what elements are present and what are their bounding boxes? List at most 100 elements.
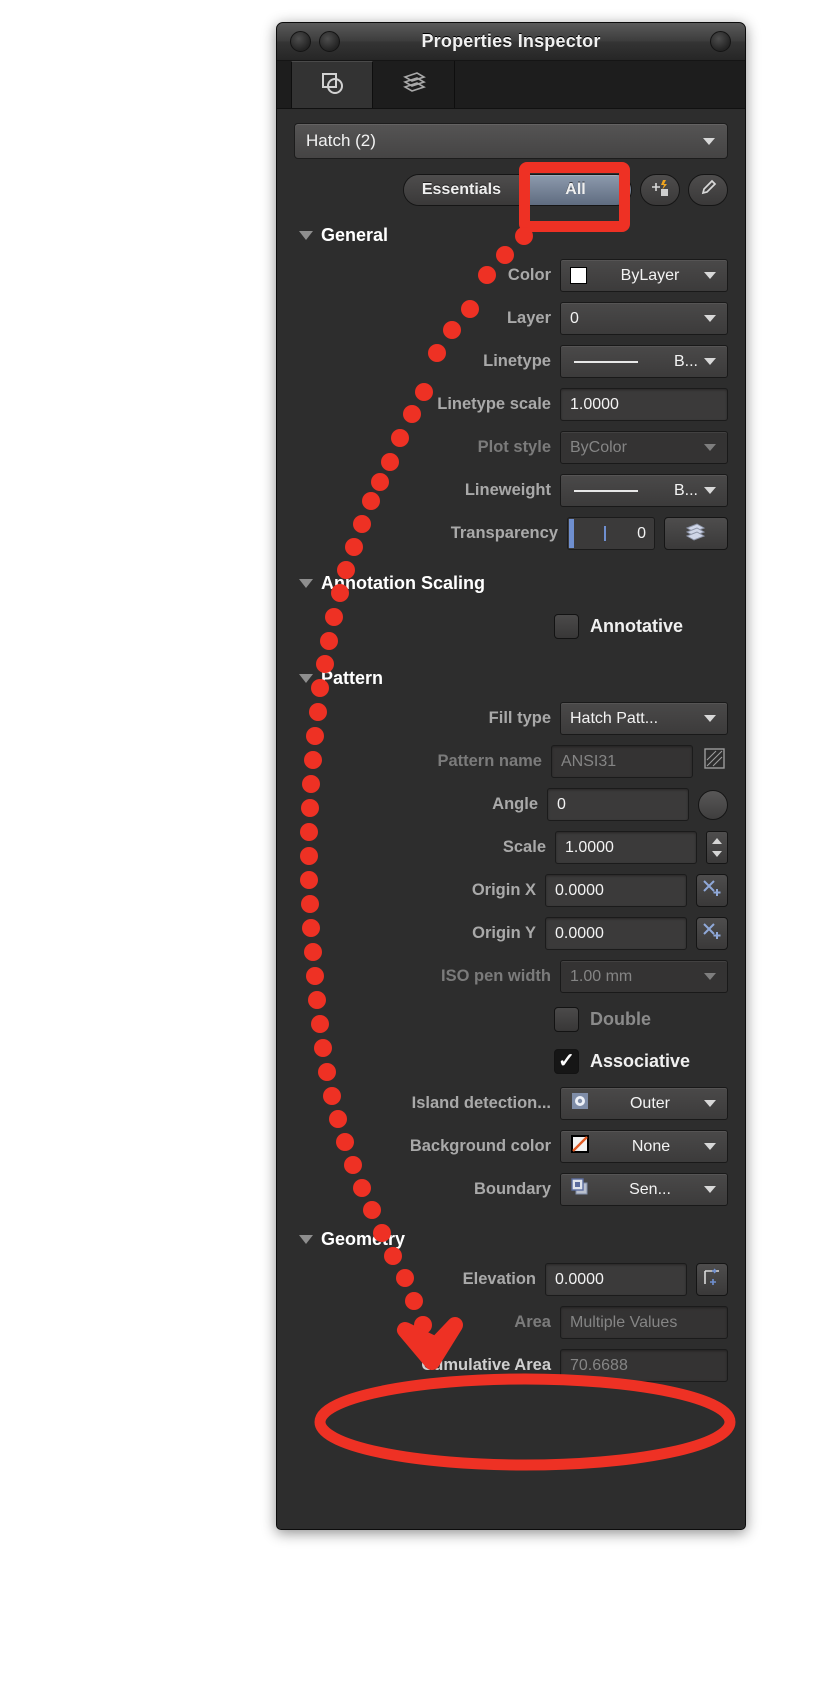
disclosure-triangle-icon[interactable] [299, 1234, 313, 1244]
disclosure-triangle-icon[interactable] [299, 230, 313, 240]
origin-y-pick-point-button[interactable] [696, 917, 728, 950]
row-iso-pen-width: ISO pen width 1.00 mm [294, 955, 728, 998]
row-double: Double [294, 998, 728, 1040]
lineweight-preview-icon [574, 489, 638, 492]
field-cumulative-area: 70.6688 [560, 1349, 728, 1382]
view-mode-segmented-control[interactable]: Essentials All [402, 174, 632, 206]
tab-layers[interactable] [373, 61, 455, 108]
checkbox-double [554, 1006, 579, 1032]
row-pattern-name: Pattern name ANSI31 [294, 740, 728, 783]
disclosure-triangle-icon[interactable] [299, 673, 313, 683]
tab-strip [277, 61, 745, 109]
overlapping-shapes-icon [317, 68, 347, 103]
checkbox-annotative[interactable] [554, 613, 579, 639]
field-linetype[interactable]: B... [560, 345, 728, 378]
disclosure-triangle-icon[interactable] [299, 578, 313, 588]
field-background-color[interactable]: None [560, 1130, 728, 1163]
angle-dial-icon[interactable] [698, 789, 728, 820]
boundary-objects-icon [570, 1177, 590, 1202]
section-header-geometry[interactable]: Geometry [299, 1226, 728, 1252]
segment-all[interactable]: All [519, 175, 631, 205]
quick-select-button[interactable] [640, 174, 680, 206]
tab-object-properties[interactable] [291, 61, 373, 108]
field-elevation[interactable]: 0.0000 [545, 1263, 687, 1296]
label-layer: Layer [506, 309, 551, 327]
object-type-selector[interactable]: Hatch (2) [294, 123, 728, 159]
linetype-preview-icon [574, 360, 638, 363]
field-origin-y[interactable]: 0.0000 [545, 917, 687, 950]
label-elevation: Elevation [462, 1270, 536, 1288]
section-title-general: General [321, 224, 389, 245]
field-layer[interactable]: 0 [560, 302, 728, 335]
checkbox-associative[interactable]: ✓ [554, 1048, 579, 1074]
field-scale[interactable]: 1.0000 [555, 831, 697, 864]
label-area: Area [514, 1313, 551, 1331]
value-plot-style: ByColor [570, 438, 627, 456]
eyedropper-icon [698, 178, 718, 203]
field-fill-type[interactable]: Hatch Patt... [560, 702, 728, 735]
section-header-pattern[interactable]: Pattern [299, 665, 728, 691]
pick-point-icon [701, 877, 723, 904]
label-iso-pen-width: ISO pen width [441, 967, 551, 985]
field-boundary[interactable]: Sen... [560, 1173, 728, 1206]
field-lineweight[interactable]: B... [560, 474, 728, 507]
chevron-down-icon [704, 487, 716, 494]
layers-stack-icon [683, 520, 709, 547]
hatch-pattern-icon[interactable] [702, 746, 728, 777]
chevron-down-icon [704, 272, 716, 279]
field-angle[interactable]: 0 [547, 788, 689, 821]
stepper-down-icon[interactable] [712, 850, 722, 857]
value-elevation: 0.0000 [555, 1270, 604, 1288]
row-plot-style: Plot style ByColor [294, 426, 728, 469]
origin-x-pick-point-button[interactable] [696, 874, 728, 907]
value-angle: 0 [557, 795, 566, 813]
label-angle: Angle [492, 795, 538, 813]
section-title-pattern: Pattern [321, 667, 384, 688]
row-origin-x: Origin X 0.0000 [294, 869, 728, 912]
label-associative: Associative [590, 1050, 691, 1071]
label-background-color: Background color [409, 1137, 551, 1155]
stepper-up-icon[interactable] [712, 838, 722, 845]
layers-stack-icon [399, 67, 429, 102]
properties-panel-body: Hatch (2) Essentials All General Color B… [277, 109, 745, 1529]
properties-inspector-window: Properties Inspector Hatch (2) Essential… [276, 22, 746, 1530]
segment-essentials[interactable]: Essentials [403, 175, 519, 205]
value-linetype: B... [673, 352, 698, 370]
window-options-button[interactable] [710, 31, 731, 52]
field-origin-x[interactable]: 0.0000 [545, 874, 687, 907]
field-plot-style: ByColor [560, 431, 728, 464]
elevation-pick-icon [701, 1266, 723, 1293]
value-area: Multiple Values [570, 1313, 678, 1331]
section-header-general[interactable]: General [299, 222, 728, 248]
scale-stepper[interactable] [706, 831, 728, 864]
field-island-detection[interactable]: Outer [560, 1087, 728, 1120]
field-color[interactable]: ByLayer [560, 259, 728, 292]
field-linetype-scale[interactable]: 1.0000 [560, 388, 728, 421]
label-boundary: Boundary [473, 1180, 551, 1198]
value-iso-pen-width: 1.00 mm [570, 967, 633, 985]
row-island-detection: Island detection... Outer [294, 1082, 728, 1125]
row-area: Area Multiple Values [294, 1301, 728, 1344]
window-title: Properties Inspector [421, 31, 601, 51]
match-properties-button[interactable] [688, 174, 728, 206]
row-background-color: Background color None [294, 1125, 728, 1168]
section-title-geometry: Geometry [321, 1228, 406, 1249]
tab-strip-filler [455, 61, 745, 108]
checkmark-icon: ✓ [558, 1050, 575, 1072]
field-transparency[interactable]: 0 [567, 517, 655, 550]
label-origin-y: Origin Y [472, 924, 536, 942]
row-fill-type: Fill type Hatch Patt... [294, 697, 728, 740]
chevron-down-icon [704, 715, 716, 722]
island-outer-icon [570, 1091, 590, 1116]
transparency-layer-button[interactable] [664, 517, 728, 550]
chevron-down-icon [704, 444, 716, 451]
value-layer: 0 [570, 309, 579, 327]
row-layer: Layer 0 [294, 297, 728, 340]
row-boundary: Boundary Sen... [294, 1168, 728, 1211]
chevron-down-icon [704, 358, 716, 365]
screenshot-root: Properties Inspector Hatch (2) Essential… [0, 0, 828, 1684]
transparency-slider-handle[interactable] [569, 519, 574, 548]
elevation-pick-button[interactable] [696, 1263, 728, 1296]
transparency-slider-tick [604, 526, 606, 541]
section-header-annotation-scaling[interactable]: Annotation Scaling [299, 570, 728, 596]
